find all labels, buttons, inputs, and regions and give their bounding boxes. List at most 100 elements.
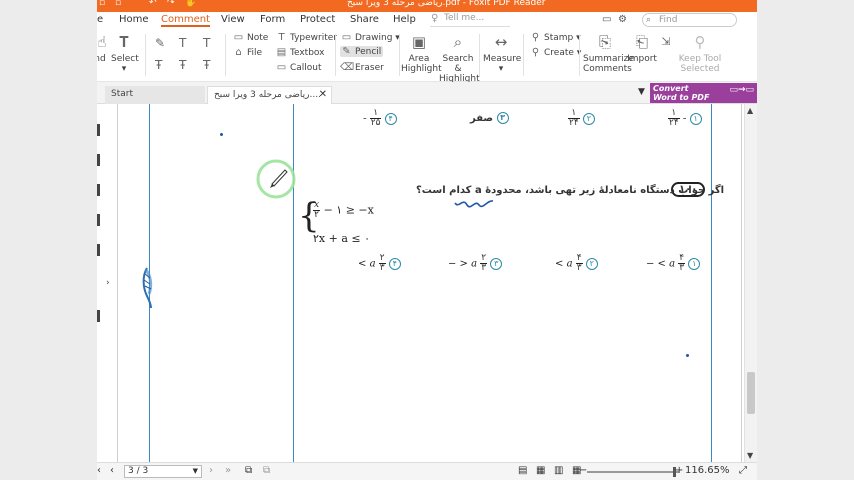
find-box[interactable]: ⌕ Find bbox=[642, 13, 737, 27]
ink-dot-annotation[interactable] bbox=[220, 133, 223, 136]
print-icon[interactable]: ▫ bbox=[115, 0, 121, 8]
copy-page-icon[interactable]: ⧉ bbox=[245, 465, 252, 476]
tab-start[interactable]: Start bbox=[105, 86, 205, 104]
underline-icon[interactable]: T bbox=[179, 36, 186, 50]
question-text: اگر جواب دستگاه نامعادلهٔ زیر تهی باشد، … bbox=[416, 185, 725, 196]
option-3: ۳ ۲۳ a < − bbox=[448, 253, 503, 273]
ribbon-divider bbox=[225, 34, 226, 76]
ribbon-divider bbox=[335, 34, 336, 76]
ink-underline-annotation[interactable] bbox=[453, 197, 495, 211]
prev-option-2: ۲ ۱ ۲۴ bbox=[568, 109, 595, 128]
menu-form[interactable]: Form bbox=[260, 14, 285, 25]
sidebar-handle[interactable] bbox=[97, 154, 100, 166]
ribbon-divider bbox=[479, 34, 480, 76]
area-highlight-icon: ▣ bbox=[411, 33, 427, 51]
ink-scribble-annotation[interactable] bbox=[140, 266, 156, 310]
pencil-button[interactable]: ✎ Pencil bbox=[340, 46, 384, 57]
sidebar-handle[interactable] bbox=[97, 124, 100, 136]
pdf-page: ۱ - ۱ ۲۴ ۲ ۱ ۲۴ ۳ صفر ۴ ۱ ۲۵ - ۱۰۰ اگر جواب… bbox=[117, 104, 742, 462]
continuous-view-icon[interactable]: ▦ bbox=[536, 465, 545, 476]
menu-file[interactable]: e bbox=[97, 14, 103, 25]
strikeout-icon[interactable]: Ŧ bbox=[155, 58, 162, 72]
menu-share[interactable]: Share bbox=[350, 14, 379, 25]
page-number-field[interactable]: 3 / 3 ▼ bbox=[124, 465, 202, 478]
callout-icon: ▭ bbox=[276, 62, 287, 73]
extract-page-icon[interactable]: ⧉ bbox=[263, 465, 270, 476]
settings-icon[interactable]: ⚙ bbox=[618, 14, 627, 25]
sidebar-handle[interactable] bbox=[97, 310, 100, 322]
tab-list-dropdown-icon[interactable]: ▼ bbox=[638, 87, 645, 97]
first-page-icon[interactable]: ‹ bbox=[97, 465, 101, 476]
scrollbar-thumb[interactable] bbox=[747, 372, 755, 414]
zoom-level[interactable]: 116.65% bbox=[685, 465, 730, 476]
single-page-view-icon[interactable]: ▤ bbox=[518, 465, 527, 476]
note-button[interactable]: ▭ Note bbox=[232, 32, 269, 43]
sidebar-handle[interactable] bbox=[97, 184, 100, 196]
zoom-in-button[interactable]: + bbox=[675, 465, 683, 476]
stamp-button[interactable]: ⚲ Stamp ▾ bbox=[529, 32, 581, 43]
menu-home[interactable]: Home bbox=[119, 14, 149, 25]
area-highlight-button[interactable]: ▣ Area Highlight bbox=[401, 32, 442, 74]
document-viewport[interactable]: › ۱ - ۱ ۲۴ ۲ ۱ ۲۴ ۳ صفر ۴ ۱ ۲۵ - ۱۰۰ اگر… bbox=[97, 104, 757, 462]
pencil-cursor-indicator bbox=[256, 159, 296, 199]
search-highlight-button[interactable]: ⌕ Search & Highlight bbox=[439, 32, 480, 84]
drawing-button[interactable]: ▭ Drawing ▾ bbox=[340, 32, 400, 43]
stamp-icon: ⚲ bbox=[531, 32, 540, 43]
select-tool-button[interactable]: 𝐓 Select ▾ bbox=[111, 32, 139, 74]
export-menu[interactable]: ⇲ bbox=[657, 32, 671, 54]
redo-icon[interactable]: ↷ bbox=[167, 0, 175, 8]
file-button[interactable]: ⌂ File bbox=[232, 47, 262, 58]
word-to-pdf-icon: ▭→▭ bbox=[729, 85, 754, 95]
pin-icon: ⚲ bbox=[694, 33, 706, 51]
hand-tool-button[interactable]: ☝ nd bbox=[97, 32, 107, 64]
option-1: ۱ ۴۳ a > − bbox=[646, 254, 701, 273]
insert-text-icon[interactable]: Ŧ bbox=[203, 58, 210, 72]
create-stamp-icon: ⚲ bbox=[531, 47, 540, 58]
summarize-comments-button[interactable]: ⎘ Summarize Comments bbox=[583, 32, 634, 74]
hand-icon[interactable]: ✋ bbox=[185, 0, 196, 8]
menu-protect[interactable]: Protect bbox=[300, 14, 335, 25]
ruler-icon: ↔ bbox=[494, 33, 508, 51]
convert-word-to-pdf-banner[interactable]: Convert Word to PDF ▭→▭ bbox=[650, 83, 757, 103]
previous-page-icon[interactable]: ‹ bbox=[110, 465, 114, 476]
sidebar-handle[interactable] bbox=[97, 244, 100, 256]
next-page-icon[interactable]: › bbox=[209, 465, 213, 476]
eraser-button[interactable]: ⌫Eraser bbox=[340, 62, 384, 73]
replace-text-icon[interactable]: Ŧ bbox=[179, 58, 186, 72]
menu-comment[interactable]: Comment bbox=[161, 14, 210, 27]
keep-tool-selected-button[interactable]: ⚲ Keep Tool Selected bbox=[677, 32, 723, 74]
import-button[interactable]: ⎗ Import bbox=[627, 32, 657, 64]
right-letterbox bbox=[757, 0, 854, 480]
tell-me-box[interactable]: ♀ Tell me... bbox=[430, 13, 510, 27]
menu-help[interactable]: Help bbox=[393, 14, 416, 25]
scroll-down-arrow-icon[interactable]: ▼ bbox=[747, 451, 753, 460]
scroll-up-arrow-icon[interactable]: ▲ bbox=[747, 106, 753, 115]
last-page-icon[interactable]: » bbox=[225, 465, 231, 476]
system-line-1: x۲ − ۱ ≥ −x bbox=[313, 200, 374, 220]
undo-icon[interactable]: ↶ bbox=[149, 0, 157, 8]
prev-option-4: ۴ ۱ ۲۵ - bbox=[363, 109, 397, 128]
export-icon: ⇲ bbox=[661, 35, 671, 48]
squiggly-icon[interactable]: T bbox=[203, 36, 210, 50]
skin-icon[interactable]: ▭ bbox=[602, 14, 611, 25]
typewriter-button[interactable]: T Typewriter bbox=[275, 32, 337, 43]
measure-button[interactable]: ↔ Measure ▾ bbox=[483, 32, 521, 74]
ribbon-divider bbox=[579, 34, 580, 76]
save-icon[interactable]: ▫ bbox=[99, 0, 105, 8]
create-stamp-button[interactable]: ⚲ Create ▾ bbox=[529, 47, 581, 58]
highlight-icon[interactable]: ✎ bbox=[155, 36, 165, 50]
vertical-scrollbar[interactable]: ▲ ▼ bbox=[744, 104, 757, 462]
menu-view[interactable]: View bbox=[221, 14, 245, 25]
textbox-button[interactable]: ▤ Textbox bbox=[275, 47, 325, 58]
sidebar-handle[interactable] bbox=[97, 214, 100, 226]
fraction: ۲۳ bbox=[480, 253, 488, 273]
sidebar-expand-arrow-icon[interactable]: › bbox=[106, 278, 110, 288]
ink-dot-annotation[interactable] bbox=[686, 354, 689, 357]
tab-document[interactable]: ریاضی مرحله 3 ویرا سبح.... ✕ bbox=[207, 86, 332, 104]
callout-button[interactable]: ▭ Callout bbox=[275, 62, 322, 73]
zoom-slider[interactable] bbox=[587, 467, 679, 477]
close-icon[interactable]: ✕ bbox=[319, 89, 327, 100]
foxit-window: ▫ ▫ ↶ ↷ ✋ ریاضی مرحله 3 ویرا سبح.pdf - F… bbox=[97, 0, 757, 480]
fullscreen-icon[interactable]: ⤢ bbox=[739, 465, 747, 476]
facing-view-icon[interactable]: ▥ bbox=[554, 465, 563, 476]
